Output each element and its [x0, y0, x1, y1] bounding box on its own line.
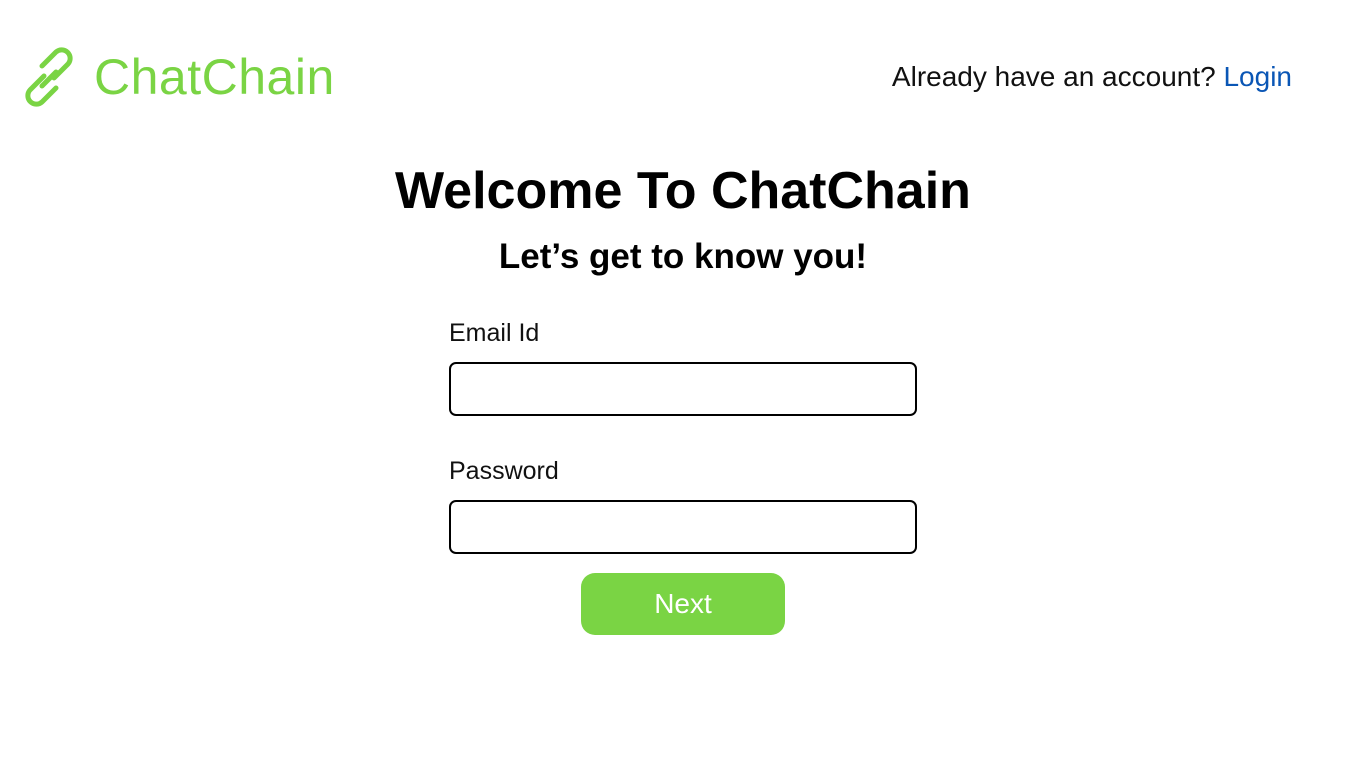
- signup-form: Email Id Password: [449, 316, 917, 554]
- login-link[interactable]: Login: [1223, 61, 1292, 92]
- account-prompt: Already have an account? Login: [892, 58, 1292, 96]
- next-button[interactable]: Next: [581, 573, 785, 635]
- email-label: Email Id: [449, 319, 540, 347]
- page-subtitle: Let’s get to know you!: [498, 237, 868, 276]
- brand-logo[interactable]: ChatChain: [20, 46, 335, 108]
- account-question-text: Already have an account?: [891, 61, 1216, 92]
- email-field-group: Email Id: [449, 316, 917, 416]
- password-label: Password: [449, 457, 559, 485]
- email-field[interactable]: [449, 362, 917, 416]
- signup-page: ChatChain Already have an account? Login…: [0, 0, 1366, 768]
- page-title: Welcome To ChatChain: [395, 162, 971, 220]
- brand-name: ChatChain: [94, 49, 335, 105]
- password-field-group: Password: [449, 454, 917, 554]
- password-field[interactable]: [449, 500, 917, 554]
- link-icon: [25, 47, 73, 107]
